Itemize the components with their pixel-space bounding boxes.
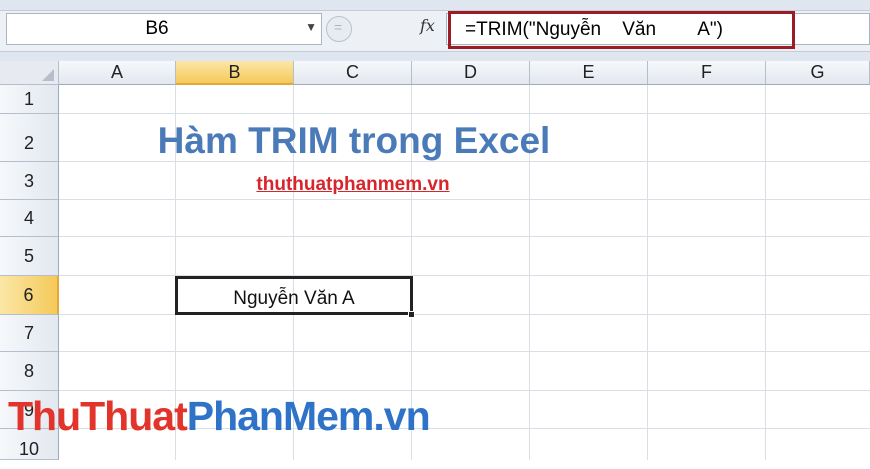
name-box[interactable]: B6 ▼ bbox=[6, 13, 322, 45]
row-header-2[interactable]: 2 bbox=[0, 114, 59, 162]
column-header-b[interactable]: B bbox=[176, 61, 294, 85]
column-header-c[interactable]: C bbox=[294, 61, 412, 85]
column-header-d[interactable]: D bbox=[412, 61, 530, 85]
row-header-8[interactable]: 8 bbox=[0, 352, 59, 391]
gridline bbox=[59, 351, 870, 352]
chevron-down-icon[interactable]: ▼ bbox=[305, 20, 317, 34]
formula-highlight-box bbox=[448, 11, 795, 49]
insert-function-icon[interactable]: fx bbox=[420, 16, 435, 35]
gridline bbox=[59, 199, 870, 200]
select-all-button[interactable] bbox=[0, 61, 59, 85]
sheet-title: Hàm TRIM trong Excel bbox=[157, 120, 551, 161]
site-link[interactable]: thuthuatphanmem.vn bbox=[176, 174, 530, 196]
gridline bbox=[59, 113, 870, 114]
column-header-a[interactable]: A bbox=[59, 61, 176, 85]
row-header-6[interactable]: 6 bbox=[0, 276, 59, 315]
row-header-3[interactable]: 3 bbox=[0, 162, 59, 200]
gridline bbox=[59, 236, 870, 237]
gridline bbox=[765, 85, 766, 460]
column-header-g[interactable]: G bbox=[766, 61, 870, 85]
column-header-e[interactable]: E bbox=[530, 61, 648, 85]
row-header-5[interactable]: 5 bbox=[0, 237, 59, 276]
name-box-value: B6 bbox=[145, 18, 169, 39]
formula-bar-separator-icon: = bbox=[326, 16, 352, 42]
watermark-part2: PhanMem.vn bbox=[186, 393, 431, 439]
row-header-7[interactable]: 7 bbox=[0, 315, 59, 352]
active-cell-b6[interactable] bbox=[175, 276, 413, 315]
watermark-logo: ThuThuatPhanMem.vn bbox=[8, 393, 431, 440]
worksheet-grid[interactable]: A B C D E F G 1 2 3 4 5 6 7 8 9 10 Hàm T… bbox=[0, 61, 870, 460]
gridline bbox=[59, 390, 870, 391]
select-all-icon bbox=[42, 69, 54, 81]
row-header-1[interactable]: 1 bbox=[0, 85, 59, 114]
column-header-f[interactable]: F bbox=[648, 61, 766, 85]
watermark-part1: ThuThuat bbox=[8, 393, 188, 439]
formula-bar-area: B6 ▼ = fx =TRIM("Nguyễn Văn A") bbox=[0, 0, 870, 61]
fill-handle[interactable] bbox=[408, 311, 415, 318]
row-header-4[interactable]: 4 bbox=[0, 200, 59, 237]
